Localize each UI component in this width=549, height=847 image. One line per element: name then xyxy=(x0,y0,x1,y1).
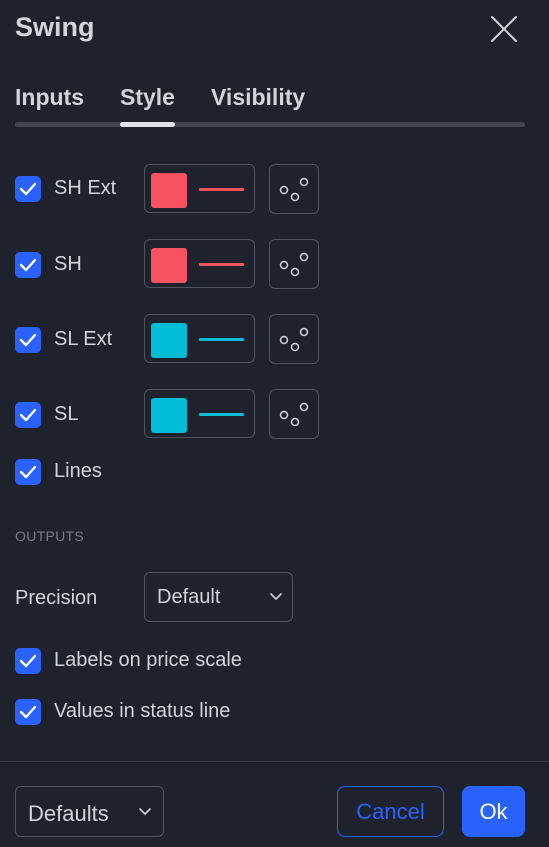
line-preview xyxy=(199,188,244,191)
sh-label: SH xyxy=(54,253,82,275)
close-icon xyxy=(491,16,517,42)
line-preview xyxy=(199,413,244,416)
tab-inputs[interactable]: Inputs xyxy=(15,84,84,111)
sl-color-picker[interactable] xyxy=(144,389,255,438)
tab-style[interactable]: Style xyxy=(120,84,175,111)
color-swatch xyxy=(151,323,187,358)
labels-on-price-scale-checkbox[interactable] xyxy=(15,648,41,674)
checkmark-icon xyxy=(19,408,37,422)
color-swatch xyxy=(151,398,187,433)
line-preview xyxy=(199,338,244,341)
checkmark-icon xyxy=(19,258,37,272)
checkmark-icon xyxy=(19,182,37,196)
dots-style-icon xyxy=(279,252,309,277)
labels-on-price-scale-label: Labels on price scale xyxy=(54,649,242,671)
close-button[interactable] xyxy=(488,13,520,45)
color-swatch xyxy=(151,248,187,283)
line-preview xyxy=(199,263,244,266)
checkmark-icon xyxy=(19,465,37,479)
lines-label: Lines xyxy=(54,460,102,482)
sh-ext-style-button[interactable] xyxy=(269,164,319,214)
sl-ext-color-picker[interactable] xyxy=(144,314,255,363)
tab-track xyxy=(15,122,525,127)
tab-visibility[interactable]: Visibility xyxy=(211,84,305,111)
checkmark-icon xyxy=(19,705,37,719)
precision-value: Default xyxy=(157,586,221,608)
sh-ext-label: SH Ext xyxy=(54,177,117,199)
active-tab-indicator xyxy=(120,122,175,127)
sh-color-picker[interactable] xyxy=(144,239,255,288)
precision-label: Precision xyxy=(15,587,98,609)
values-in-status-line-checkbox[interactable] xyxy=(15,699,41,725)
values-in-status-line-label: Values in status line xyxy=(54,700,231,722)
cancel-button[interactable]: Cancel xyxy=(337,786,444,837)
dialog-title: Swing xyxy=(15,12,95,42)
sh-ext-checkbox[interactable] xyxy=(15,176,41,202)
precision-select[interactable]: Default xyxy=(144,572,293,622)
sl-style-button[interactable] xyxy=(269,389,319,439)
color-swatch xyxy=(151,173,187,208)
checkmark-icon xyxy=(19,333,37,347)
dots-style-icon xyxy=(279,402,309,427)
sl-ext-label: SL Ext xyxy=(54,328,113,350)
defaults-label: Defaults xyxy=(28,801,109,826)
footer-divider xyxy=(0,761,549,762)
checkmark-icon xyxy=(19,654,37,668)
defaults-dropdown[interactable]: Defaults xyxy=(15,786,164,837)
sl-label: SL xyxy=(54,403,79,425)
chevron-down-icon xyxy=(139,808,151,815)
outputs-section-label: OUTPUTS xyxy=(15,528,84,544)
ok-button[interactable]: Ok xyxy=(462,786,525,837)
chevron-down-icon xyxy=(270,593,282,600)
sh-checkbox[interactable] xyxy=(15,252,41,278)
sl-ext-style-button[interactable] xyxy=(269,314,319,364)
sl-ext-checkbox[interactable] xyxy=(15,327,41,353)
sh-ext-color-picker[interactable] xyxy=(144,164,255,213)
sl-checkbox[interactable] xyxy=(15,402,41,428)
lines-checkbox[interactable] xyxy=(15,459,41,485)
dots-style-icon xyxy=(279,327,309,352)
sh-style-button[interactable] xyxy=(269,239,319,289)
dots-style-icon xyxy=(279,177,309,202)
